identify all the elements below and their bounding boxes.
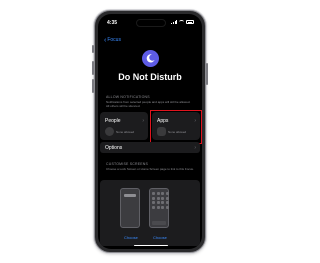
people-value-text: None allowed (116, 129, 135, 134)
app-grid (152, 192, 169, 209)
battery-icon (186, 20, 194, 24)
lock-screen-clock (121, 194, 139, 198)
people-title: People (105, 118, 121, 124)
chevron-right-icon: › (194, 145, 196, 151)
allow-notifications-label: ALLOW NOTIFICATIONS (106, 95, 150, 99)
chevron-right-icon: › (142, 118, 144, 124)
allow-notifications-description: Notifications from selected people and a… (106, 100, 191, 108)
apps-highlight-box (150, 110, 202, 144)
dynamic-island (136, 19, 166, 27)
status-icons (171, 20, 194, 24)
moon-icon (146, 54, 155, 63)
status-time: 4:35 (107, 20, 118, 26)
back-label: Focus (107, 37, 121, 43)
home-screen-preview[interactable] (149, 188, 169, 228)
options-title: Options (105, 145, 123, 151)
focus-icon-badge (142, 50, 159, 67)
power-button (206, 63, 208, 85)
volume-up-button (92, 61, 94, 75)
lock-screen-choose-button[interactable]: Choose (124, 235, 138, 240)
home-screen-choose-button[interactable]: Choose (153, 235, 167, 240)
page-title: Do Not Disturb (118, 72, 182, 82)
chevron-left-icon: ‹ (104, 36, 107, 44)
people-value: None allowed (105, 127, 134, 136)
signal-icon (171, 20, 177, 24)
customise-screens-description: Choose a Lock Screen or Home Screen page… (106, 167, 194, 171)
phone-frame: 4:35 ‹ Focus Do Not Disturb ALLOW NOTIFI… (92, 10, 208, 253)
action-button (92, 45, 94, 53)
customise-screens-label: CUSTOMISE SCREENS (106, 162, 149, 166)
wifi-icon (179, 20, 184, 24)
people-card[interactable]: People › None allowed (100, 112, 148, 140)
volume-down-button (92, 79, 94, 93)
lock-screen-preview[interactable] (120, 188, 140, 228)
back-button[interactable]: ‹ Focus (104, 36, 121, 44)
person-icon (105, 127, 114, 136)
phone-screen: 4:35 ‹ Focus Do Not Disturb ALLOW NOTIFI… (98, 14, 202, 249)
dock (152, 221, 166, 225)
options-row[interactable]: Options › (100, 142, 200, 153)
home-indicator[interactable] (134, 244, 168, 246)
